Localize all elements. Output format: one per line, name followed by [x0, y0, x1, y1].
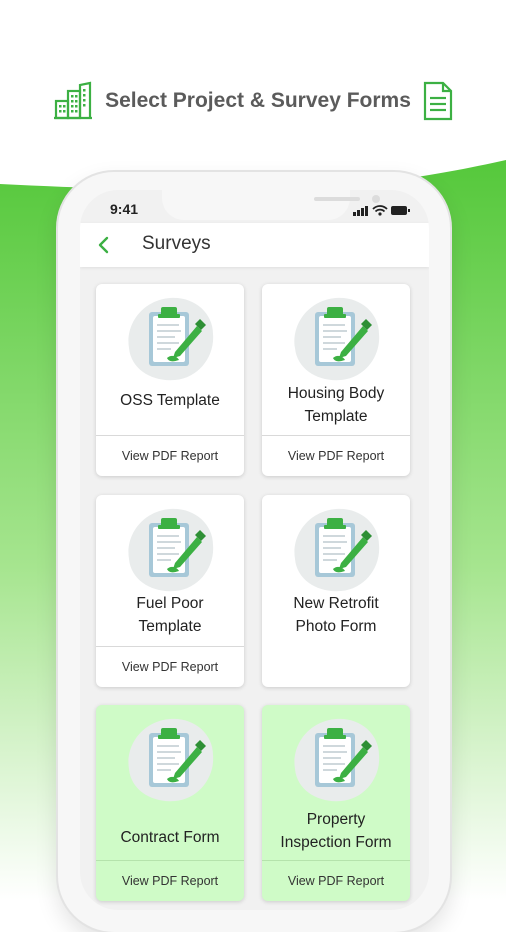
app-bar: Surveys	[80, 223, 429, 267]
view-pdf-report-button[interactable]: View PDF Report	[96, 435, 244, 476]
view-pdf-report-button[interactable]: View PDF Report	[96, 646, 244, 687]
front-camera	[372, 195, 380, 203]
view-pdf-report-button[interactable]: View PDF Report	[262, 860, 410, 901]
survey-card[interactable]: Housing Body Template View PDF Report	[262, 284, 410, 476]
signal-icon	[353, 206, 368, 216]
document-icon	[423, 81, 452, 121]
survey-title: Property Inspection Form	[280, 811, 392, 851]
clipboard-icon	[123, 294, 217, 384]
clipboard-icon	[289, 715, 383, 805]
survey-title: Housing Body Template	[287, 385, 385, 425]
wifi-icon	[372, 205, 388, 213]
status-time: 9:41	[110, 201, 139, 217]
app-title: Surveys	[142, 233, 211, 254]
clipboard-icon	[289, 505, 383, 595]
battery-icon	[391, 206, 410, 215]
headline-title: Select Project & Survey Forms	[105, 89, 411, 112]
survey-card[interactable]: Property Inspection Form View PDF Report	[262, 705, 410, 901]
clipboard-icon	[289, 294, 383, 384]
status-icons	[353, 205, 410, 216]
buildings-icon	[54, 81, 93, 120]
survey-title: New Retrofit Photo Form	[293, 595, 379, 635]
clipboard-icon	[123, 715, 217, 805]
clipboard-icon	[123, 505, 217, 595]
survey-card[interactable]: OSS Template View PDF Report	[96, 284, 244, 476]
phone-screen: 9:41 Surveys OSS Template View PDF Repor…	[80, 190, 429, 910]
view-pdf-report-button[interactable]: View PDF Report	[96, 860, 244, 901]
survey-title: OSS Template	[120, 392, 220, 409]
survey-title: Fuel Poor Template	[136, 595, 204, 635]
phone-notch	[162, 190, 380, 220]
survey-title: Contract Form	[120, 829, 220, 846]
view-pdf-report-button[interactable]: View PDF Report	[262, 435, 410, 476]
survey-card[interactable]: Fuel Poor Template View PDF Report	[96, 495, 244, 687]
speaker	[314, 197, 360, 201]
headline: Select Project & Survey Forms	[0, 72, 506, 130]
survey-card[interactable]: New Retrofit Photo Form	[262, 495, 410, 687]
chevron-left-icon[interactable]	[94, 233, 114, 257]
survey-card[interactable]: Contract Form View PDF Report	[96, 705, 244, 901]
